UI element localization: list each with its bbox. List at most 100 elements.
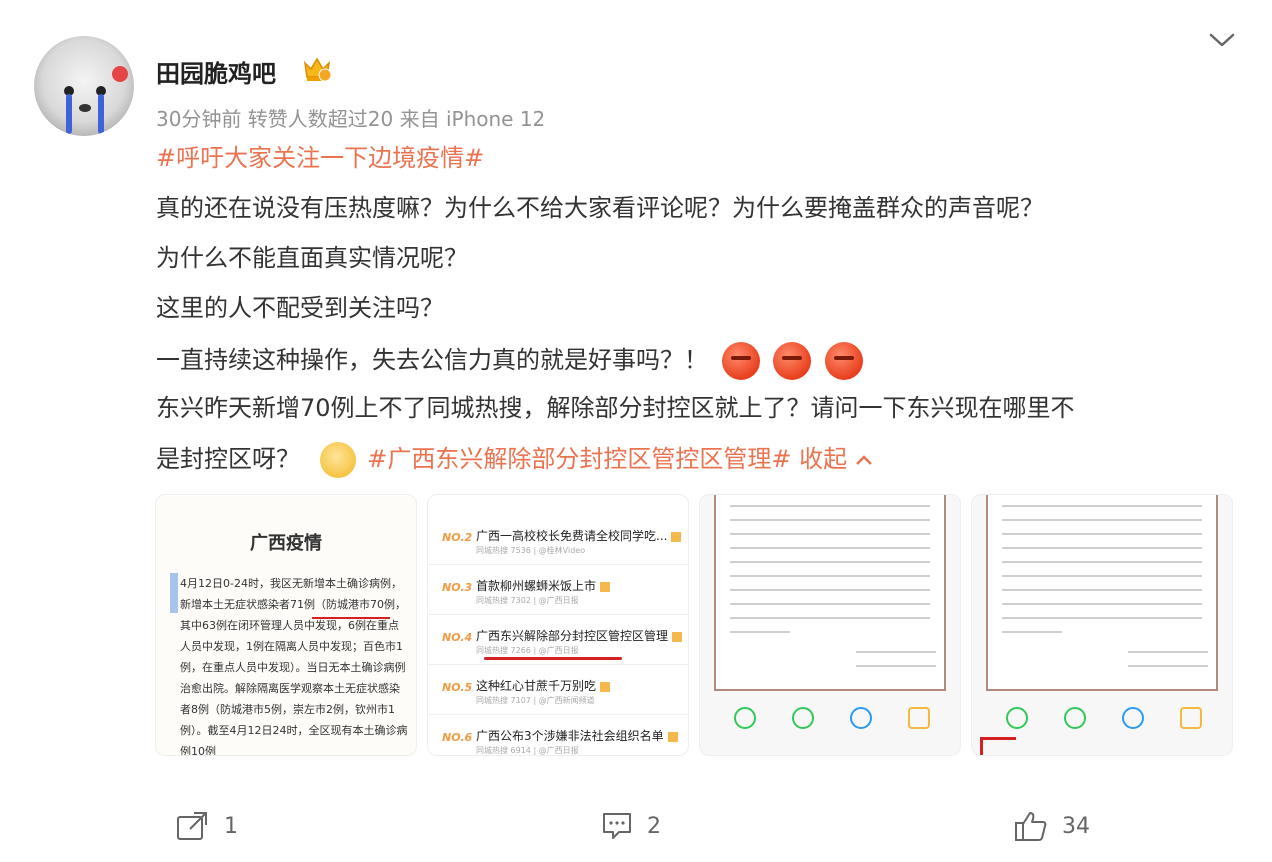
tag-icon — [672, 631, 683, 642]
thinking-emoji-icon — [319, 442, 356, 478]
wechat-icon[interactable] — [1006, 707, 1028, 729]
post-text-line: 为什么不能直面真实情况呢？ — [156, 244, 468, 272]
post-meta: 30分钟前 转赞人数超过20 来自 iPhone 12 — [156, 107, 546, 131]
avatar-nose — [79, 104, 91, 112]
doc-text-line — [1128, 651, 1208, 653]
chevron-down-icon[interactable] — [1208, 30, 1236, 50]
qq-icon[interactable] — [850, 707, 872, 729]
image-thumbnail[interactable] — [971, 494, 1233, 756]
post-text: 是封控区呀？ — [156, 445, 300, 473]
red-underline — [312, 617, 390, 619]
rank-title: 首款柳州螺蛳米饭上市 — [476, 577, 611, 594]
rank-subtitle: 同城热搜 7266 | @广西日报 — [476, 646, 579, 655]
doc-text-line — [1002, 631, 1062, 633]
angry-emoji-icon — [824, 342, 863, 380]
avatar[interactable] — [34, 36, 134, 136]
repost-button[interactable]: 1 — [176, 806, 238, 846]
doc-text-line — [730, 519, 930, 521]
doc-text-line — [730, 575, 930, 577]
angry-emoji-icon — [721, 342, 760, 380]
comment-icon — [603, 813, 631, 839]
tag-icon — [600, 681, 611, 692]
doc-text-line — [730, 631, 790, 633]
doc-text-line — [730, 603, 930, 605]
collapse-label: 收起 — [799, 445, 848, 473]
share-row — [700, 707, 960, 735]
angry-emoji-icon — [773, 342, 812, 380]
image-thumbnail[interactable]: 广西疫情 4月12日0-24时，我区无新增本土确诊病例，新增本土无症状感染者71… — [155, 494, 417, 756]
comment-button[interactable]: 2 — [601, 806, 661, 846]
red-mark — [980, 737, 1016, 755]
rank-number: NO.3 — [442, 581, 473, 594]
doc-text-line — [1002, 519, 1202, 521]
rank-number: NO.6 — [442, 731, 473, 744]
rank-subtitle: 同城热搜 7107 | @广西新闻频道 — [476, 696, 595, 705]
image-body-text: 4月12日0-24时，我区无新增本土确诊病例，新增本土无症状感染者71例（防城港… — [180, 577, 408, 756]
collapse-link[interactable]: 收起 — [799, 445, 873, 473]
comment-count: 2 — [647, 813, 661, 839]
moments-icon[interactable] — [1064, 707, 1086, 729]
like-button[interactable]: 34 — [1014, 806, 1090, 846]
rank-number: NO.4 — [442, 631, 473, 644]
doc-text-line — [1002, 575, 1202, 577]
list-item: NO.2 广西一高校校长免费请全校同学吃... 同城热搜 7536 | @桂林V… — [428, 517, 688, 565]
doc-text-line — [730, 617, 930, 619]
copy-icon[interactable] — [1180, 707, 1202, 729]
username[interactable]: 田园脆鸡吧 — [156, 54, 276, 89]
like-count: 34 — [1062, 813, 1090, 839]
image-thumbnail[interactable]: NO.2 广西一高校校长免费请全校同学吃... 同城热搜 7536 | @桂林V… — [427, 494, 689, 756]
rank-title-text: 首款柳州螺蛳米饭上市 — [476, 579, 597, 593]
wechat-icon[interactable] — [734, 707, 756, 729]
rank-title: 广西公布3个涉嫌非法社会组织名单 — [476, 727, 678, 744]
doc-text-line — [856, 665, 936, 667]
post-text-line: 东兴昨天新增70例上不了同城热搜，解除部分封控区就上了？请问一下东兴现在哪里不 — [156, 394, 1075, 422]
rank-title: 这种红心甘蔗千万别吃 — [476, 677, 611, 694]
image-thumbnail[interactable] — [699, 494, 961, 756]
rank-title-text: 这种红心甘蔗千万别吃 — [476, 679, 597, 693]
post-text-line: 真的还在说没有压热度嘛？为什么不给大家看评论呢？为什么要掩盖群众的声音呢？ — [156, 194, 1044, 222]
doc-text-line — [1002, 547, 1202, 549]
tag-icon — [671, 531, 682, 542]
list-item: NO.5 这种红心甘蔗千万别吃 同城热搜 7107 | @广西新闻频道 — [428, 667, 688, 715]
doc-text-line — [730, 561, 930, 563]
repost-icon — [177, 812, 207, 840]
rank-subtitle: 同城热搜 7302 | @广西日报 — [476, 596, 579, 605]
anger-mark-icon — [112, 66, 128, 82]
post-text-line: 是封控区呀？ #广西东兴解除部分封控区管控区管理# 收起 — [156, 442, 873, 478]
doc-text-line — [1128, 665, 1208, 667]
doc-text-line — [730, 547, 930, 549]
tag-icon — [600, 581, 611, 592]
post-text: 一直持续这种操作，失去公信力真的就是好事吗？！ — [156, 346, 708, 374]
doc-text-line — [730, 505, 930, 507]
highlight-bar — [170, 573, 178, 613]
avatar-tear — [98, 94, 104, 134]
doc-text-line — [1002, 505, 1202, 507]
rank-title-text: 广西一高校校长免费请全校同学吃... — [476, 529, 668, 543]
moments-icon[interactable] — [792, 707, 814, 729]
tag-icon — [667, 731, 678, 742]
doc-text-line — [1002, 617, 1202, 619]
doc-text-line — [1002, 603, 1202, 605]
copy-icon[interactable] — [908, 707, 930, 729]
rank-title: 广西一高校校长免费请全校同学吃... — [476, 527, 682, 544]
rank-title: 广西东兴解除部分封控区管控区管理 — [476, 627, 683, 644]
hashtag-link[interactable]: #呼吁大家关注一下边境疫情# — [156, 142, 484, 174]
doc-text-line — [856, 651, 936, 653]
qq-icon[interactable] — [1122, 707, 1144, 729]
red-underline — [484, 657, 622, 660]
rank-number: NO.5 — [442, 681, 473, 694]
image-title: 广西疫情 — [250, 533, 322, 554]
avatar-tear — [66, 94, 72, 134]
rank-title-text: 广西公布3个涉嫌非法社会组织名单 — [476, 729, 664, 743]
rank-subtitle: 同城热搜 6914 | @广西日报 — [476, 746, 579, 755]
list-item: NO.6 广西公布3个涉嫌非法社会组织名单 同城热搜 6914 | @广西日报 — [428, 717, 688, 755]
hashtag-link[interactable]: #广西东兴解除部分封控区管控区管理# — [367, 445, 791, 473]
post-text-line: 一直持续这种操作，失去公信力真的就是好事吗？！ — [156, 342, 863, 380]
post-text-line: 这里的人不配受到关注吗？ — [156, 294, 444, 322]
chevron-up-icon — [855, 455, 872, 465]
rank-title-text: 广西东兴解除部分封控区管控区管理 — [476, 629, 669, 643]
thumbs-up-icon — [1015, 812, 1047, 841]
doc-text-line — [730, 533, 930, 535]
doc-text-line — [1002, 561, 1202, 563]
document-page — [714, 495, 946, 691]
